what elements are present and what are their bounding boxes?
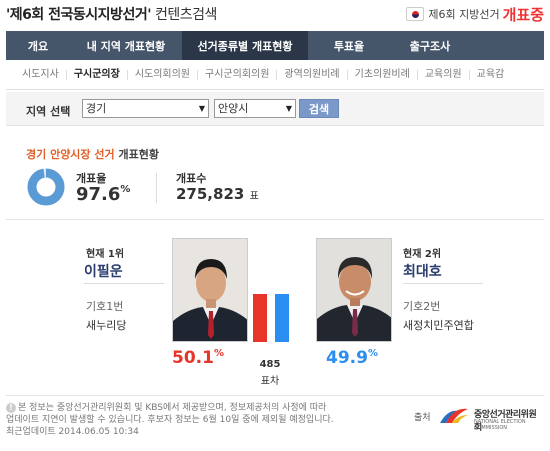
- election-badge-label: 제6회 지방선거: [428, 8, 500, 21]
- candidate-1-percent-unit: %: [213, 348, 224, 359]
- candidate-1-percent-number: 50.1: [172, 348, 214, 368]
- page-header: '제6회 전국동시지방선거' 컨텐츠검색 제6회 지방선거 개표중: [0, 0, 550, 30]
- tab-my-region[interactable]: 내 지역 개표현황: [70, 31, 182, 60]
- race-heading: 경기 안양시장 선거 개표현황: [26, 146, 159, 162]
- candidate-1-photo[interactable]: [172, 238, 248, 342]
- province-select-value: 경기: [86, 102, 107, 115]
- page-footer: ! 본 정보는 중앙선거관리위원회 및 KBS에서 제공받으며, 정보제공처의 사…: [6, 395, 544, 451]
- counting-status: 개표중: [502, 5, 544, 24]
- race-heading-suffix: 개표현황: [114, 148, 159, 161]
- count-rate-unit: %: [120, 184, 131, 195]
- election-commission-logo-icon: [440, 408, 468, 423]
- search-button[interactable]: 검색: [299, 99, 339, 118]
- candidate-1-bar: [253, 294, 267, 342]
- source-label: 출처: [414, 413, 431, 423]
- tab-by-election-type[interactable]: 선거종류별 개표현황: [182, 31, 308, 60]
- korean-flag-icon: [406, 7, 425, 21]
- candidate-2-percent-number: 49.9: [326, 348, 368, 368]
- candidate-2-number: 기호2번: [403, 300, 441, 313]
- candidate-2-percent: 49.9%: [326, 348, 378, 368]
- city-select[interactable]: 안양시 ▼: [214, 99, 296, 118]
- subnav-item-mayor[interactable]: 구시군의장: [65, 69, 127, 80]
- subnav-item-local-pr[interactable]: 기초의원비례: [346, 69, 417, 80]
- candidate-2-name[interactable]: 최대호: [403, 261, 442, 281]
- page-title: '제6회 전국동시지방선거' 컨텐츠검색: [6, 4, 217, 24]
- candidate-2-percent-unit: %: [367, 348, 378, 359]
- main-nav: 개요 내 지역 개표현황 선거종류별 개표현황 투표율 출구조사: [6, 31, 544, 60]
- region-label: 지역 선택: [26, 105, 71, 118]
- candidate-2-bar: [275, 294, 289, 342]
- subnav-item-local-council[interactable]: 구시군의회의원: [197, 69, 276, 80]
- tab-turnout[interactable]: 투표율: [308, 31, 390, 60]
- info-icon: !: [6, 403, 16, 413]
- subnav-item-education-council[interactable]: 교육의원: [416, 69, 469, 80]
- page-title-main: '제6회 전국동시지방선거': [6, 7, 152, 23]
- vote-share-bars: [253, 294, 293, 342]
- candidate-1-rank: 현재 1위: [86, 249, 125, 260]
- province-select[interactable]: 경기 ▼: [82, 99, 209, 118]
- region-selector: 지역 선택 경기 ▼ 안양시 ▼ 검색: [6, 92, 544, 126]
- tab-overview[interactable]: 개요: [6, 31, 70, 60]
- count-rate-value: 97.6%: [76, 184, 130, 205]
- subnav-item-governor[interactable]: 시도지사: [22, 69, 66, 80]
- vote-gap-label: 표차: [260, 376, 280, 387]
- last-updated: 최근업데이트 2014.06.05 10:34: [6, 427, 139, 437]
- count-summary: 경기 안양시장 선거 개표현황 개표율 97.6% 개표수 275,823 표: [6, 126, 544, 220]
- candidate-2-rank: 현재 2위: [403, 249, 442, 260]
- vote-count-number: 275,823: [176, 185, 245, 203]
- dropdown-arrow-icon: ▼: [198, 104, 205, 113]
- notice-line-2: 업데이트 지연이 발생할 수 있습니다. 후보자 정보는 6월 10일 중에 제…: [6, 415, 334, 425]
- candidate-1-divider: [84, 283, 164, 284]
- race-name: 경기 안양시장 선거: [26, 148, 115, 161]
- subnav-item-provincial-pr[interactable]: 광역의원비례: [276, 69, 346, 80]
- city-select-value: 안양시: [218, 102, 249, 115]
- candidate-1-name[interactable]: 이필운: [84, 261, 123, 281]
- candidate-1-number: 기호1번: [86, 300, 124, 313]
- page-title-sub: 컨텐츠검색: [151, 7, 217, 23]
- candidate-1-percent: 50.1%: [172, 348, 224, 368]
- election-badge[interactable]: 제6회 지방선거 개표중: [406, 3, 544, 25]
- candidate-2-photo[interactable]: [316, 238, 392, 342]
- vote-count-value: 275,823 표: [176, 185, 259, 203]
- subnav-item-superintendent[interactable]: 교육감: [468, 69, 512, 80]
- commission-name-english: NATIONAL ELECTION COMMISSION: [474, 419, 526, 431]
- notice-line-1: 본 정보는 중앙선거관리위원회 및 KBS에서 제공받으며, 정보제공처의 사정…: [18, 403, 327, 413]
- candidate-2-party: 새정치민주연합: [403, 319, 474, 332]
- candidate-2-divider: [403, 283, 483, 284]
- dropdown-arrow-icon: ▼: [285, 104, 292, 113]
- tab-exit-poll[interactable]: 출구조사: [390, 31, 470, 60]
- subnav-item-provincial-council[interactable]: 시도의회의원: [126, 69, 197, 80]
- election-type-subnav: 시도지사 구시군의장 시도의회의원 구시군의회의원 광역의원비례 기초의원비례 …: [6, 60, 544, 90]
- vote-gap-value: 485: [259, 359, 281, 370]
- candidate-1-party: 새누리당: [86, 319, 127, 332]
- summary-divider: [156, 173, 157, 203]
- count-rate-number: 97.6: [76, 184, 121, 205]
- vote-count-unit: 표: [249, 191, 259, 202]
- vote-count-label: 개표수: [176, 172, 207, 185]
- candidate-comparison: 현재 1위 이필운 기호1번 새누리당 50.1% 485 표차 49.9% 현…: [6, 220, 544, 390]
- count-progress-donut-icon: [27, 168, 65, 206]
- data-notice: ! 본 정보는 중앙선거관리위원회 및 KBS에서 제공받으며, 정보제공처의 사…: [6, 402, 398, 438]
